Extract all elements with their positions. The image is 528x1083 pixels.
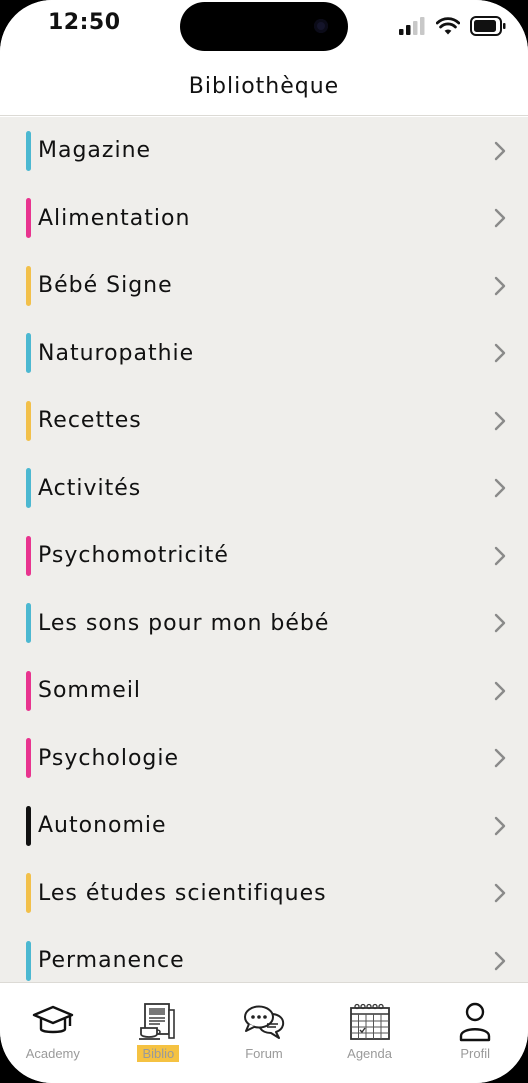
wifi-icon (436, 17, 460, 35)
status-icons (398, 14, 506, 38)
category-label: Sommeil (38, 678, 142, 704)
list-item[interactable]: Sommeil (0, 657, 528, 725)
category-label: Les sons pour mon bébé (38, 610, 330, 636)
chevron-right-icon (494, 276, 506, 295)
category-label: Recettes (38, 408, 142, 434)
status-time: 12:50 (48, 10, 121, 35)
category-label: Alimentation (38, 205, 191, 231)
tab-label: Profil (460, 1046, 490, 1061)
phone-screen: 12:50 Bibliothèque Magazine Alimentation… (0, 0, 528, 1083)
list-item[interactable]: Bébé Signe (0, 252, 528, 320)
chevron-right-icon (494, 546, 506, 565)
chevron-right-icon (494, 209, 506, 228)
camera-icon (314, 19, 328, 33)
graduation-cap-icon (31, 1001, 75, 1043)
library-icon (136, 1001, 180, 1043)
nav-header: Bibliothèque (0, 56, 528, 116)
chat-bubbles-icon (242, 1001, 286, 1043)
chevron-right-icon (494, 344, 506, 363)
tab-label: Biblio (137, 1045, 180, 1062)
chevron-right-icon (494, 816, 506, 835)
chevron-right-icon (494, 884, 506, 903)
list-item[interactable]: Magazine (0, 117, 528, 185)
chevron-right-icon (494, 411, 506, 430)
dynamic-island (180, 2, 348, 51)
tab-academy[interactable]: Academy (0, 983, 106, 1083)
category-list[interactable]: Magazine Alimentation Bébé Signe Naturopath… (0, 117, 528, 982)
list-item[interactable]: Psychomotricité (0, 522, 528, 590)
battery-icon (470, 16, 506, 36)
cellular-signal-icon (399, 17, 425, 35)
category-color-bar (26, 400, 31, 441)
category-color-bar (26, 670, 31, 711)
tab-label: Forum (245, 1046, 283, 1061)
category-color-bar (26, 333, 31, 374)
category-label: Autonomie (38, 813, 167, 839)
list-item[interactable]: Recettes (0, 387, 528, 455)
tab-profil[interactable]: Profil (422, 983, 528, 1083)
page-title: Bibliothèque (188, 74, 340, 99)
list-item[interactable]: Les sons pour mon bébé (0, 590, 528, 658)
category-color-bar (26, 265, 31, 306)
category-color-bar (26, 535, 31, 576)
category-label: Naturopathie (38, 340, 195, 366)
category-color-bar (26, 940, 31, 981)
tab-forum[interactable]: Forum (211, 983, 317, 1083)
chevron-right-icon (494, 681, 506, 700)
tab-label: Academy (25, 1046, 80, 1061)
chevron-right-icon (494, 614, 506, 633)
calendar-icon (348, 1001, 392, 1043)
tab-label: Agenda (347, 1046, 392, 1061)
category-color-bar (26, 738, 31, 779)
chevron-right-icon (494, 141, 506, 160)
list-item[interactable]: Alimentation (0, 185, 528, 253)
category-color-bar (26, 603, 31, 644)
category-label: Permanence (38, 948, 185, 974)
category-label: Les études scientifiques (38, 880, 327, 906)
list-item[interactable]: Naturopathie (0, 320, 528, 388)
chevron-right-icon (494, 951, 506, 970)
chevron-right-icon (494, 749, 506, 768)
chevron-right-icon (494, 479, 506, 498)
tab-biblio[interactable]: Biblio (106, 983, 212, 1083)
tab-bar: Academy Biblio Forum Agenda Profil (0, 982, 528, 1083)
status-bar: 12:50 (0, 0, 528, 56)
list-item[interactable]: Activités (0, 455, 528, 523)
category-color-bar (26, 198, 31, 239)
category-label: Magazine (38, 138, 152, 164)
category-color-bar (26, 873, 31, 914)
list-item[interactable]: Les études scientifiques (0, 860, 528, 928)
tab-agenda[interactable]: Agenda (317, 983, 423, 1083)
category-label: Psychomotricité (38, 543, 229, 569)
category-label: Activités (38, 475, 142, 501)
list-item[interactable]: Psychologie (0, 725, 528, 793)
category-color-bar (26, 130, 31, 171)
list-item[interactable]: Autonomie (0, 792, 528, 860)
category-label: Bébé Signe (38, 273, 173, 299)
user-icon (453, 1001, 497, 1043)
category-color-bar (26, 805, 31, 846)
category-color-bar (26, 468, 31, 509)
list-item[interactable]: Permanence (0, 927, 528, 982)
category-label: Psychologie (38, 745, 180, 771)
